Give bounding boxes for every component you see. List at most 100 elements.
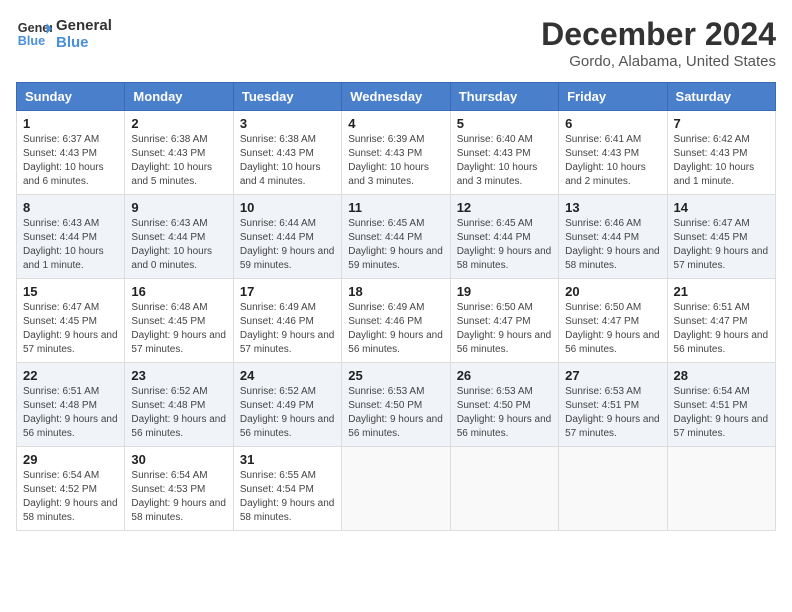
day-info: Sunrise: 6:40 AMSunset: 4:43 PMDaylight:… [457, 133, 552, 189]
day-cell: 31Sunrise: 6:55 AMSunset: 4:54 PMDayligh… [233, 447, 341, 531]
svg-text:Blue: Blue [18, 34, 45, 48]
day-number: 28 [674, 368, 769, 383]
day-number: 13 [565, 200, 660, 215]
day-info: Sunrise: 6:45 AMSunset: 4:44 PMDaylight:… [348, 217, 443, 273]
day-info: Sunrise: 6:52 AMSunset: 4:49 PMDaylight:… [240, 385, 335, 441]
day-number: 25 [348, 368, 443, 383]
day-info: Sunrise: 6:38 AMSunset: 4:43 PMDaylight:… [131, 133, 226, 189]
day-number: 27 [565, 368, 660, 383]
main-title: December 2024 [541, 16, 776, 53]
day-number: 23 [131, 368, 226, 383]
week-row-5: 29 Sunrise: 6:54 AMSunset: 4:52 PMDayligh… [17, 447, 776, 531]
day-cell [667, 447, 775, 531]
day-number: 30 [131, 452, 226, 467]
day-info: Sunrise: 6:41 AMSunset: 4:43 PMDaylight:… [565, 133, 660, 189]
day-cell: 7Sunrise: 6:42 AMSunset: 4:43 PMDaylight… [667, 111, 775, 195]
day-info: Sunrise: 6:43 AMSunset: 4:44 PMDaylight:… [23, 217, 118, 273]
day-info: Sunrise: 6:53 AMSunset: 4:50 PMDaylight:… [348, 385, 443, 441]
day-number: 21 [674, 284, 769, 299]
day-cell: 23 Sunrise: 6:52 AMSunset: 4:48 PMDayligh… [125, 363, 233, 447]
header-thursday: Thursday [450, 83, 558, 111]
day-cell: 16 Sunrise: 6:48 AMSunset: 4:45 PMDayligh… [125, 279, 233, 363]
day-number: 20 [565, 284, 660, 299]
day-info: Sunrise: 6:46 AMSunset: 4:44 PMDaylight:… [565, 217, 660, 273]
day-cell: 18 Sunrise: 6:49 AMSunset: 4:46 PMDayligh… [342, 279, 450, 363]
day-number: 16 [131, 284, 226, 299]
day-number: 14 [674, 200, 769, 215]
day-info: Sunrise: 6:51 AMSunset: 4:47 PMDaylight:… [674, 301, 769, 357]
day-info: Sunrise: 6:45 AMSunset: 4:44 PMDaylight:… [457, 217, 552, 273]
day-number: 12 [457, 200, 552, 215]
day-number: 8 [23, 200, 118, 215]
logo-text: GeneralBlue [56, 17, 112, 51]
header-wednesday: Wednesday [342, 83, 450, 111]
day-cell: 21 Sunrise: 6:51 AMSunset: 4:47 PMDayligh… [667, 279, 775, 363]
day-info: Sunrise: 6:49 AMSunset: 4:46 PMDaylight:… [348, 301, 443, 357]
header-tuesday: Tuesday [233, 83, 341, 111]
day-info: Sunrise: 6:54 AMSunset: 4:52 PMDaylight:… [23, 469, 118, 525]
day-number: 6 [565, 116, 660, 131]
subtitle: Gordo, Alabama, United States [541, 53, 776, 70]
day-number: 19 [457, 284, 552, 299]
day-number: 15 [23, 284, 118, 299]
day-cell: 4 Sunrise: 6:39 AMSunset: 4:43 PMDaylight… [342, 111, 450, 195]
header-saturday: Saturday [667, 83, 775, 111]
day-cell: 15 Sunrise: 6:47 AMSunset: 4:45 PMDayligh… [17, 279, 125, 363]
day-cell: 10 Sunrise: 6:44 AMSunset: 4:44 PMDayligh… [233, 195, 341, 279]
day-number: 5 [457, 116, 552, 131]
day-info: Sunrise: 6:50 AMSunset: 4:47 PMDaylight:… [457, 301, 552, 357]
day-info: Sunrise: 6:42 AMSunset: 4:43 PMDaylight:… [674, 133, 769, 189]
day-cell: 9Sunrise: 6:43 AMSunset: 4:44 PMDaylight… [125, 195, 233, 279]
day-cell: 6 Sunrise: 6:41 AMSunset: 4:43 PMDaylight… [559, 111, 667, 195]
week-row-2: 8 Sunrise: 6:43 AMSunset: 4:44 PMDaylight… [17, 195, 776, 279]
day-number: 18 [348, 284, 443, 299]
day-number: 24 [240, 368, 335, 383]
day-cell: 14 Sunrise: 6:47 AMSunset: 4:45 PMDayligh… [667, 195, 775, 279]
day-info: Sunrise: 6:52 AMSunset: 4:48 PMDaylight:… [131, 385, 226, 441]
day-cell: 28 Sunrise: 6:54 AMSunset: 4:51 PMDayligh… [667, 363, 775, 447]
day-cell: 27 Sunrise: 6:53 AMSunset: 4:51 PMDayligh… [559, 363, 667, 447]
day-cell: 17Sunrise: 6:49 AMSunset: 4:46 PMDayligh… [233, 279, 341, 363]
day-number: 26 [457, 368, 552, 383]
day-number: 4 [348, 116, 443, 131]
day-number: 10 [240, 200, 335, 215]
calendar: SundayMondayTuesdayWednesdayThursdayFrid… [16, 82, 776, 531]
day-cell: 20 Sunrise: 6:50 AMSunset: 4:47 PMDayligh… [559, 279, 667, 363]
day-cell: 19 Sunrise: 6:50 AMSunset: 4:47 PMDayligh… [450, 279, 558, 363]
day-cell [342, 447, 450, 531]
week-row-3: 15 Sunrise: 6:47 AMSunset: 4:45 PMDayligh… [17, 279, 776, 363]
day-info: Sunrise: 6:44 AMSunset: 4:44 PMDaylight:… [240, 217, 335, 273]
day-cell: 11 Sunrise: 6:45 AMSunset: 4:44 PMDayligh… [342, 195, 450, 279]
day-cell: 26Sunrise: 6:53 AMSunset: 4:50 PMDayligh… [450, 363, 558, 447]
day-cell: 2 Sunrise: 6:38 AMSunset: 4:43 PMDaylight… [125, 111, 233, 195]
day-info: Sunrise: 6:39 AMSunset: 4:43 PMDaylight:… [348, 133, 443, 189]
header: General Blue GeneralBlue December 2024 G… [16, 16, 776, 70]
day-cell: 1 Sunrise: 6:37 AMSunset: 4:43 PMDaylight… [17, 111, 125, 195]
day-info: Sunrise: 6:51 AMSunset: 4:48 PMDaylight:… [23, 385, 118, 441]
week-row-4: 22Sunrise: 6:51 AMSunset: 4:48 PMDayligh… [17, 363, 776, 447]
logo: General Blue GeneralBlue [16, 16, 112, 52]
day-number: 11 [348, 200, 443, 215]
day-info: Sunrise: 6:37 AMSunset: 4:43 PMDaylight:… [23, 133, 118, 189]
title-block: December 2024 Gordo, Alabama, United Sta… [541, 16, 776, 70]
day-info: Sunrise: 6:55 AMSunset: 4:54 PMDaylight:… [240, 469, 335, 525]
day-number: 2 [131, 116, 226, 131]
day-cell: 24 Sunrise: 6:52 AMSunset: 4:49 PMDayligh… [233, 363, 341, 447]
day-info: Sunrise: 6:38 AMSunset: 4:43 PMDaylight:… [240, 133, 335, 189]
day-info: Sunrise: 6:47 AMSunset: 4:45 PMDaylight:… [23, 301, 118, 357]
day-cell [450, 447, 558, 531]
day-info: Sunrise: 6:48 AMSunset: 4:45 PMDaylight:… [131, 301, 226, 357]
day-number: 9 [131, 200, 226, 215]
day-cell: 25 Sunrise: 6:53 AMSunset: 4:50 PMDayligh… [342, 363, 450, 447]
day-number: 1 [23, 116, 118, 131]
day-info: Sunrise: 6:54 AMSunset: 4:51 PMDaylight:… [674, 385, 769, 441]
day-info: Sunrise: 6:53 AMSunset: 4:51 PMDaylight:… [565, 385, 660, 441]
day-info: Sunrise: 6:50 AMSunset: 4:47 PMDaylight:… [565, 301, 660, 357]
day-number: 29 [23, 452, 118, 467]
day-cell: 29 Sunrise: 6:54 AMSunset: 4:52 PMDayligh… [17, 447, 125, 531]
week-row-1: 1 Sunrise: 6:37 AMSunset: 4:43 PMDaylight… [17, 111, 776, 195]
day-number: 3 [240, 116, 335, 131]
day-cell: 30Sunrise: 6:54 AMSunset: 4:53 PMDayligh… [125, 447, 233, 531]
day-info: Sunrise: 6:47 AMSunset: 4:45 PMDaylight:… [674, 217, 769, 273]
day-cell: 5 Sunrise: 6:40 AMSunset: 4:43 PMDaylight… [450, 111, 558, 195]
